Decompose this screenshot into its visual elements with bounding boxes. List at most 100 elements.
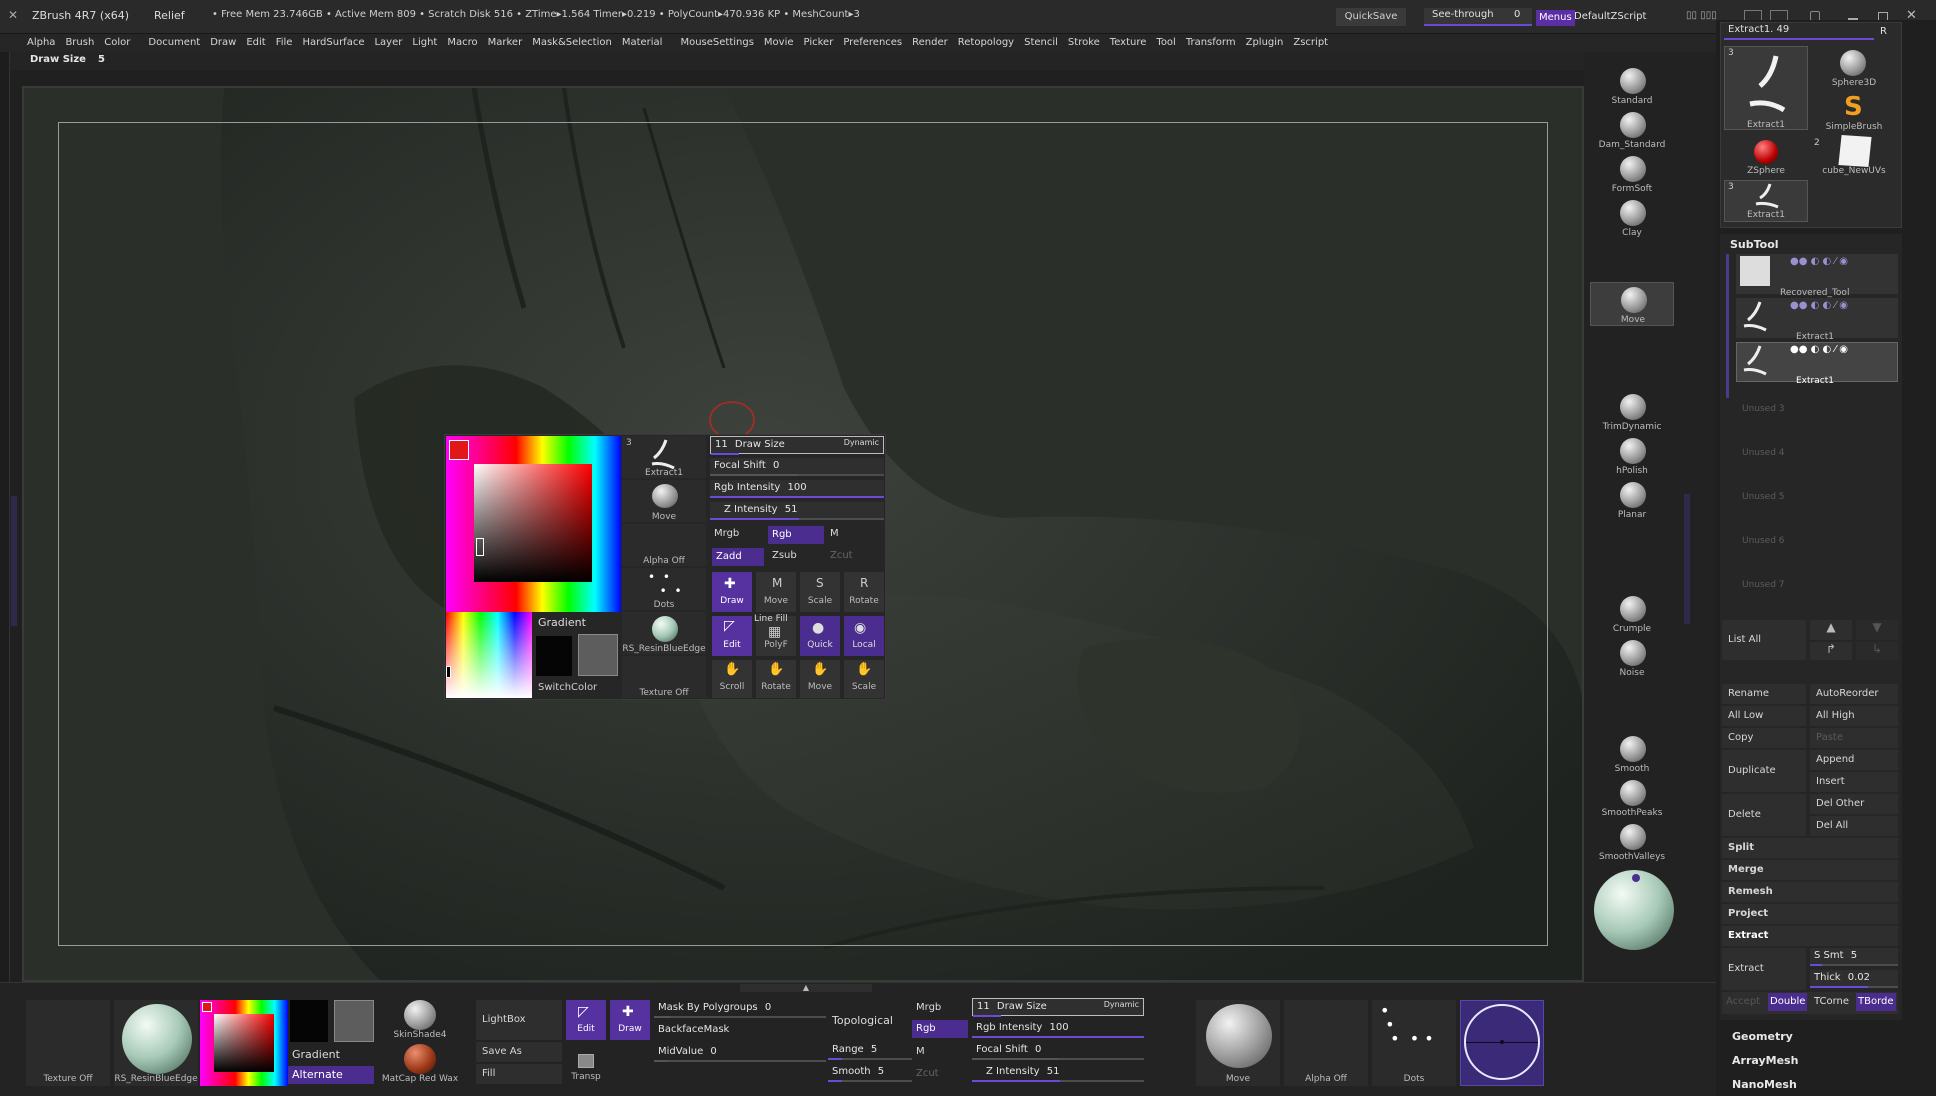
menu-picker[interactable]: Picker (799, 34, 839, 52)
popup-switchcolor-button[interactable]: SwitchColor (538, 682, 597, 693)
extract-tcorne-button[interactable]: TCorne (1814, 996, 1849, 1007)
popup-main-color-preview[interactable] (578, 634, 618, 676)
popup-zadd-button[interactable]: Zadd (712, 548, 764, 566)
subtool-all-high-button[interactable]: All High (1810, 706, 1898, 726)
shelf-brush-noise[interactable]: Noise (1590, 636, 1674, 680)
bottom-draw-size-slider[interactable]: 11 Draw Size Dynamic (972, 998, 1144, 1017)
nanomesh-section[interactable]: NanoMesh (1732, 1078, 1797, 1091)
menu-mask-selection[interactable]: Mask&Selection (527, 34, 617, 52)
popup-draw-size-slider[interactable]: 11 Draw Size Dynamic (710, 436, 884, 455)
skinshade-sphere-icon[interactable] (404, 1000, 436, 1030)
subtool-list-all-button[interactable]: List All (1722, 620, 1806, 660)
subtool-merge-button[interactable]: Merge (1722, 860, 1898, 880)
menu-stroke[interactable]: Stroke (1063, 34, 1105, 52)
subtool-remesh-button[interactable]: Remesh (1722, 882, 1898, 902)
shelf-brush-crumple[interactable]: Crumple (1590, 592, 1674, 636)
tool-item-sphere3d[interactable]: Sphere3D (1812, 78, 1896, 88)
menu-tool[interactable]: Tool (1151, 34, 1180, 52)
subtool-copy-button[interactable]: Copy (1722, 728, 1806, 748)
popup-gradient-label[interactable]: Gradient (538, 616, 586, 629)
transp-icon[interactable] (578, 1054, 594, 1068)
extract-double-button[interactable]: Double (1768, 993, 1808, 1011)
tool-item-simplebrush[interactable]: SimpleBrush (1812, 122, 1896, 132)
bottom-color-sv-square[interactable] (214, 1014, 274, 1072)
bottom-secondary-color-swatch[interactable] (290, 1000, 328, 1042)
menu-hardsurface[interactable]: HardSurface (297, 34, 369, 52)
default-zscript-button[interactable]: DefaultZScript (1574, 11, 1646, 22)
color-picker-marker[interactable] (476, 538, 484, 556)
menu-alpha[interactable]: Alpha (22, 34, 60, 52)
tool-item-cube-newuvs[interactable]: cube_NewUVs (1812, 166, 1896, 176)
shelf-brush-planar[interactable]: Planar (1590, 478, 1674, 522)
subtool-move-down-button[interactable]: ▼ (1856, 620, 1898, 640)
save-as-button[interactable]: Save As (476, 1042, 562, 1062)
lightbox-button[interactable]: LightBox (476, 1000, 562, 1040)
popup-rgb-intensity-slider[interactable]: Rgb Intensity 100 (710, 480, 884, 498)
menu-render[interactable]: Render (907, 34, 953, 52)
menu-zplugin[interactable]: Zplugin (1241, 34, 1289, 52)
subtool-recovered-toggles-icon[interactable]: ●● ◐ ◐ ⁄ ◉ (1790, 256, 1848, 267)
secondary-color-marker[interactable] (446, 666, 451, 678)
subtool-duplicate-button[interactable]: Duplicate (1722, 750, 1806, 792)
subtool-extract1-b-toggles-icon[interactable]: ●● ◐ ◐ ⁄ ◉ (1790, 344, 1848, 355)
subtool-unused-7[interactable]: Unused 7 (1742, 580, 1785, 590)
menu-movie[interactable]: Movie (759, 34, 799, 52)
subtool-project-button[interactable]: Project (1722, 904, 1898, 924)
subtool-unused-5[interactable]: Unused 5 (1742, 492, 1785, 502)
subtool-extract1-a-toggles-icon[interactable]: ●● ◐ ◐ ⁄ ◉ (1790, 300, 1848, 311)
subtool-del-other-button[interactable]: Del Other (1810, 794, 1898, 814)
menu-marker[interactable]: Marker (483, 34, 528, 52)
shelf-brush-hpolish[interactable]: hPolish (1590, 434, 1674, 478)
extract-smt-slider[interactable]: S Smt 5 (1810, 948, 1898, 966)
left-tray-arrow-icon[interactable] (11, 496, 17, 626)
draw-size-bar[interactable]: Draw Size 5 (0, 52, 1716, 70)
bottom-main-color-swatch[interactable] (202, 1002, 212, 1012)
subtool-arrow-up-icon[interactable]: ↱ (1810, 642, 1852, 660)
menu-material[interactable]: Material (617, 34, 668, 52)
popup-z-intensity-slider[interactable]: Z Intensity 51 (710, 502, 884, 520)
bottom-alternate-button[interactable]: Alternate (288, 1066, 374, 1084)
range-slider[interactable]: Range 5 (828, 1042, 912, 1060)
see-through-slider[interactable]: See-through 0 (1424, 8, 1532, 26)
subtool-all-low-button[interactable]: All Low (1722, 706, 1806, 726)
shelf-brush-standard[interactable]: Standard (1590, 64, 1674, 108)
subtool-paste-button[interactable]: Paste (1810, 728, 1898, 748)
shelf-brush-smooth[interactable]: Smooth (1590, 732, 1674, 776)
menu-transform[interactable]: Transform (1181, 34, 1241, 52)
menu-macro[interactable]: Macro (442, 34, 482, 52)
shelf-brush-smoothvalleys[interactable]: SmoothValleys (1590, 820, 1674, 864)
zbrush-logo-icon[interactable]: ✕ (8, 9, 24, 21)
menu-stencil[interactable]: Stencil (1019, 34, 1063, 52)
quicksave-button[interactable]: QuickSave (1336, 8, 1406, 26)
menu-brush[interactable]: Brush (60, 34, 99, 52)
subtool-move-up-button[interactable]: ▲ (1810, 620, 1852, 640)
main-color-swatch[interactable] (449, 440, 469, 460)
popup-focal-shift-slider[interactable]: Focal Shift 0 (710, 458, 884, 476)
shelf-brush-smoothpeaks[interactable]: SmoothPeaks (1590, 776, 1674, 820)
arraymesh-section[interactable]: ArrayMesh (1732, 1054, 1798, 1067)
menu-zscript[interactable]: Zscript (1288, 34, 1333, 52)
extract-thick-slider[interactable]: Thick 0.02 (1810, 970, 1898, 988)
fill-button[interactable]: Fill (476, 1064, 562, 1084)
menu-edit[interactable]: Edit (241, 34, 270, 52)
subtool-unused-6[interactable]: Unused 6 (1742, 536, 1785, 546)
layout-icons[interactable]: ▯▯ ▯▯▯ (1686, 10, 1717, 21)
tool-panel-header-slider[interactable] (1724, 38, 1874, 40)
secondary-hue-strip[interactable] (446, 612, 532, 698)
subtool-delete-button[interactable]: Delete (1722, 794, 1806, 836)
popup-zcut-button[interactable]: Zcut (830, 550, 853, 561)
smooth-slider[interactable]: Smooth 5 (828, 1064, 912, 1082)
subtool-insert-button[interactable]: Insert (1810, 772, 1898, 792)
popup-rgb-button[interactable]: Rgb (768, 526, 824, 544)
extract-accept-button[interactable]: Accept (1726, 996, 1760, 1007)
popup-m-button[interactable]: M (830, 528, 839, 539)
menu-layer[interactable]: Layer (369, 34, 407, 52)
mask-by-polygroups-slider[interactable]: Mask By Polygroups 0 (654, 1000, 826, 1018)
subtool-autoreorder-button[interactable]: AutoReorder (1810, 684, 1898, 704)
bottom-shelf-handle[interactable]: ▲ (740, 984, 872, 992)
subtool-list-scrollbar[interactable] (1726, 254, 1729, 398)
subtool-unused-4[interactable]: Unused 4 (1742, 448, 1785, 458)
backfacemask-toggle[interactable]: BackfaceMask (654, 1022, 826, 1040)
right-tray-arrow-icon[interactable] (1684, 494, 1690, 624)
bottom-m-button[interactable]: M (916, 1046, 925, 1057)
